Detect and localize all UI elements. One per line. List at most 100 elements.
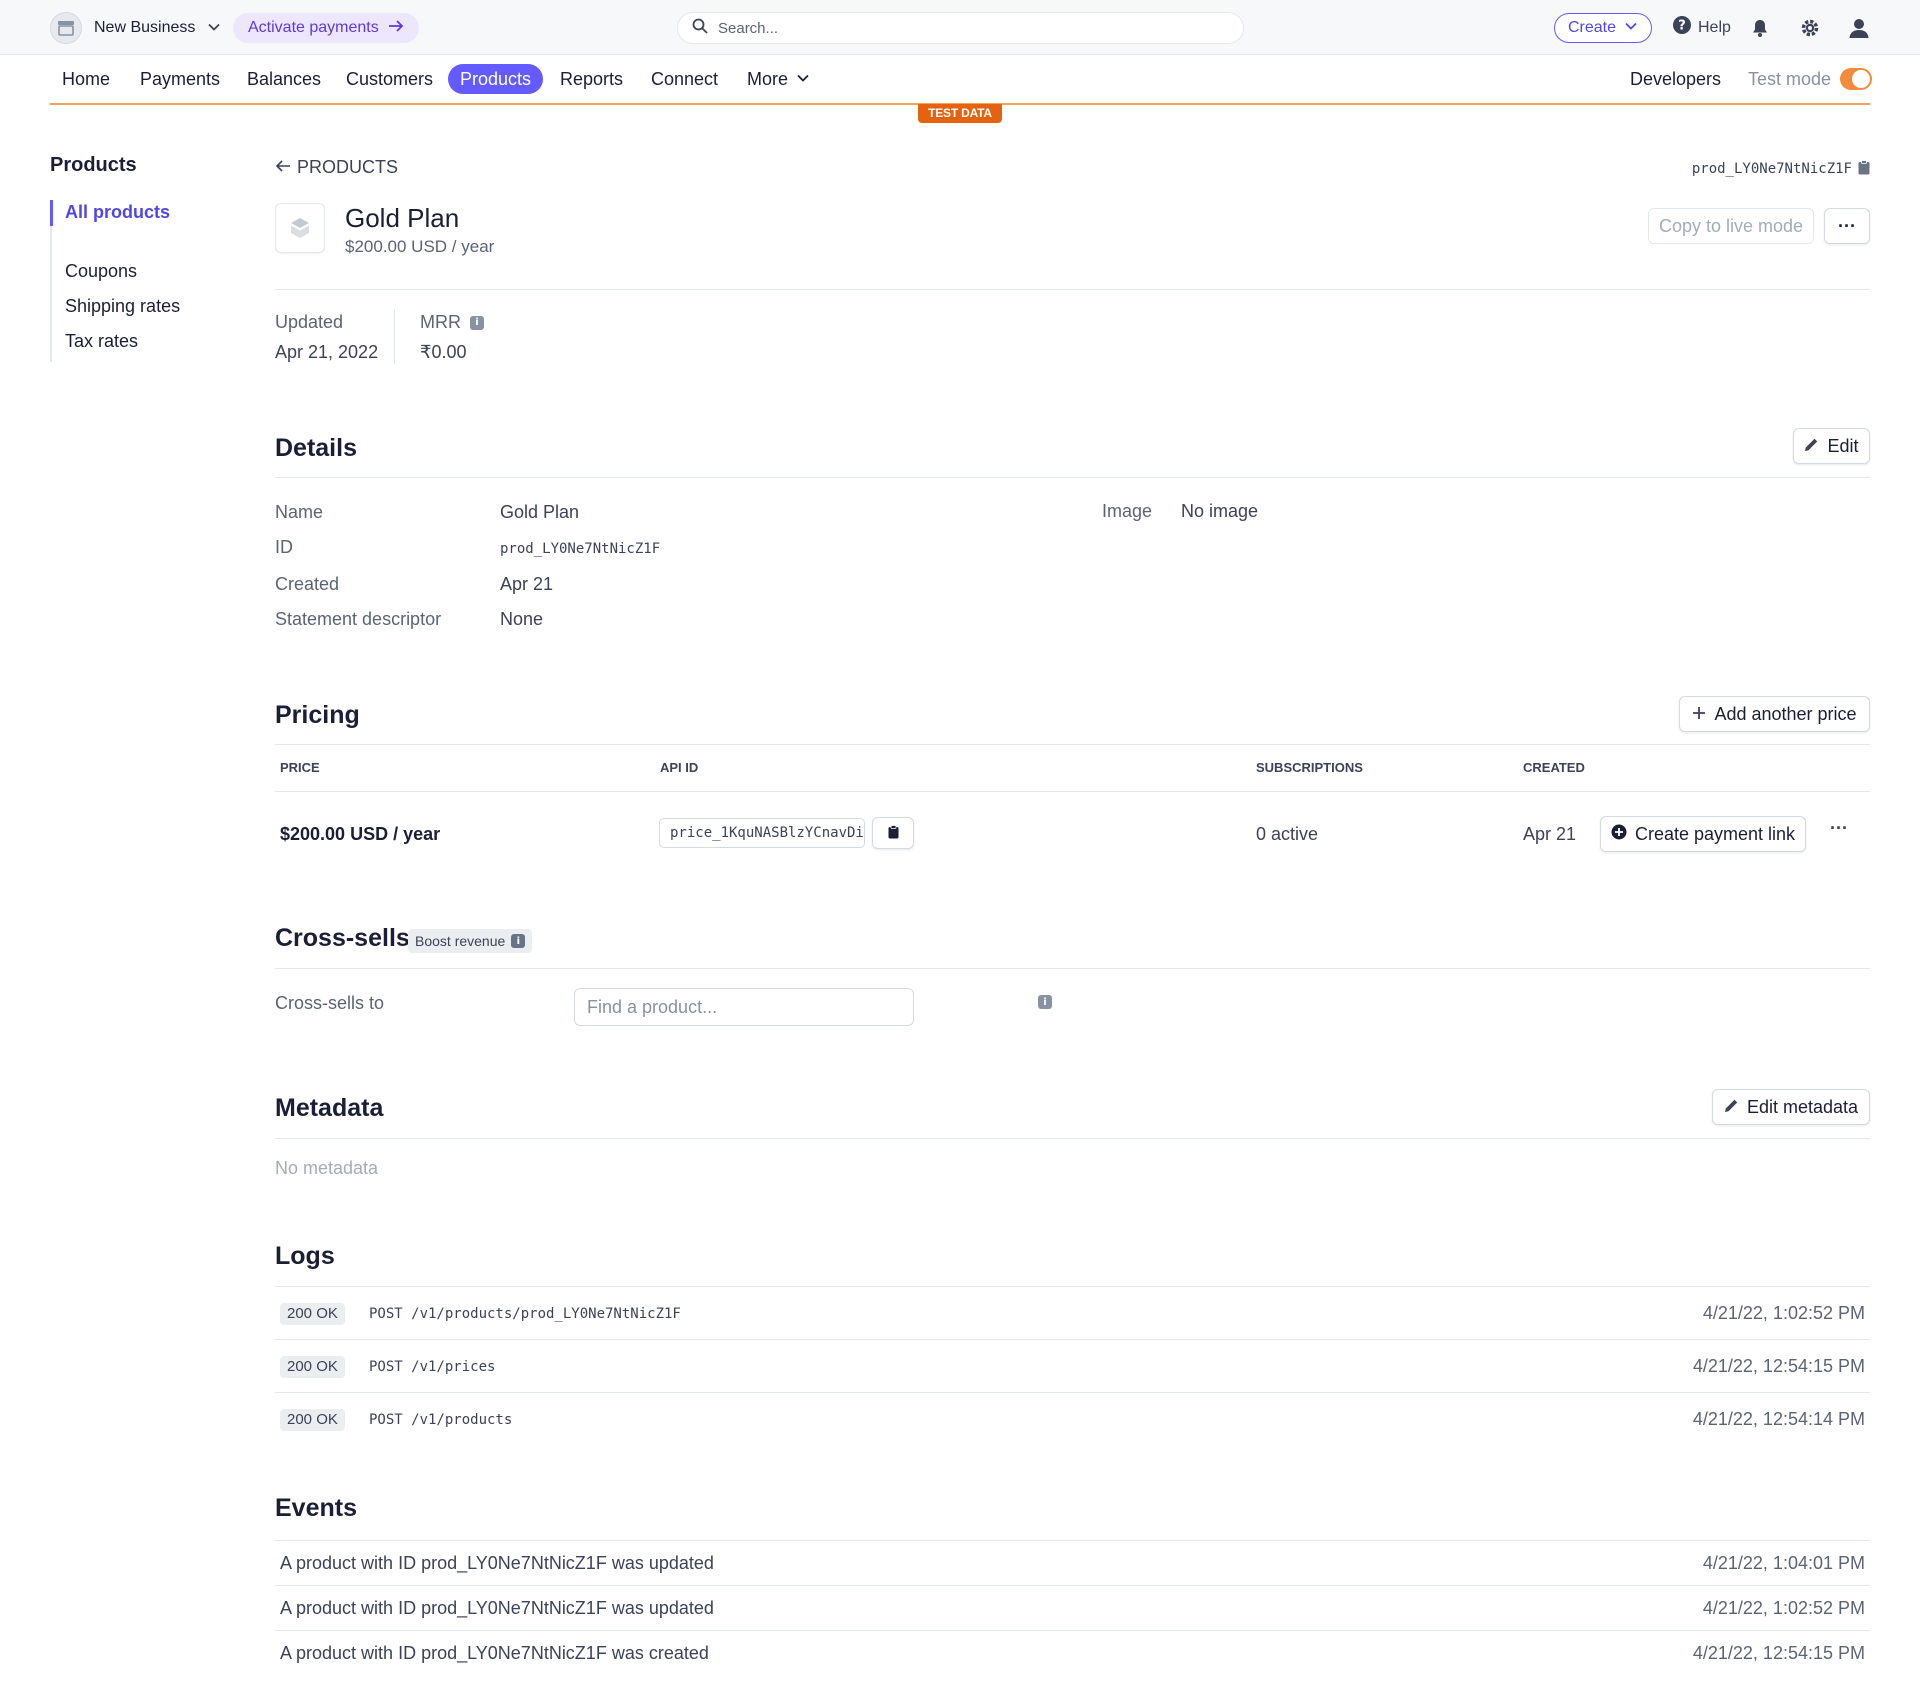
search-icon <box>692 18 708 39</box>
clipboard-icon <box>888 823 899 844</box>
product-id-copy[interactable]: prod_LY0Ne7NtNicZ1F <box>1692 160 1870 178</box>
help-button[interactable]: ? Help <box>1672 15 1731 40</box>
activate-payments-button[interactable]: Activate payments <box>233 13 419 43</box>
nav-customers[interactable]: Customers <box>334 64 445 94</box>
detail-name-value: Gold Plan <box>500 502 580 522</box>
edit-details-button[interactable]: Edit <box>1793 428 1870 464</box>
find-product-input[interactable] <box>574 988 914 1026</box>
status-badge: 200 OK <box>280 1409 345 1431</box>
store-icon <box>50 12 82 44</box>
cross-sells-to-label: Cross-sells to <box>275 993 385 1013</box>
column-header-price: PRICE <box>280 760 320 775</box>
event-text: A product with ID prod_LY0Ne7NtNicZ1F wa… <box>280 1598 714 1618</box>
gear-icon[interactable] <box>1798 16 1822 40</box>
log-request: POST /v1/products <box>369 1412 513 1428</box>
detail-image-value: No image <box>1181 501 1259 521</box>
info-icon[interactable]: i <box>511 934 526 948</box>
nav-balances[interactable]: Balances <box>235 64 333 94</box>
info-icon[interactable]: i <box>470 315 484 330</box>
detail-id-label: ID <box>275 537 293 557</box>
nav-reports[interactable]: Reports <box>548 64 635 94</box>
edit-metadata-button[interactable]: Edit metadata <box>1712 1089 1870 1125</box>
add-another-price-button[interactable]: Add another price <box>1679 696 1870 732</box>
event-row[interactable]: A product with ID prod_LY0Ne7NtNicZ1F wa… <box>275 1585 1870 1630</box>
clipboard-icon <box>1858 160 1870 178</box>
sidebar-item-shipping-rates[interactable]: Shipping rates <box>65 296 180 317</box>
test-mode-toggle[interactable] <box>1840 68 1872 90</box>
mrr-label: MRR <box>420 312 461 332</box>
divider <box>275 968 1870 969</box>
create-button[interactable]: Create <box>1554 13 1652 43</box>
create-payment-link-label: Create payment link <box>1634 823 1796 844</box>
plus-circle-icon <box>1611 824 1627 845</box>
nav-more-label: More <box>747 69 789 89</box>
log-row[interactable]: 200 OK POST /v1/prices 4/21/22, 12:54:15… <box>275 1339 1870 1392</box>
product-image-placeholder-icon <box>275 203 325 253</box>
event-text: A product with ID prod_LY0Ne7NtNicZ1F wa… <box>280 1643 709 1663</box>
bell-icon[interactable] <box>1748 16 1772 40</box>
back-label: PRODUCTS <box>297 157 399 177</box>
edit-metadata-label: Edit metadata <box>1746 1096 1859 1117</box>
more-actions-button[interactable]: ··· <box>1824 208 1870 244</box>
chevron-down-icon <box>207 18 221 39</box>
nav-products[interactable]: Products <box>448 64 544 94</box>
mrr-value: ₹0.00 <box>420 342 467 362</box>
edit-label: Edit <box>1827 435 1859 456</box>
divider <box>275 477 1870 478</box>
stat-divider <box>394 309 395 364</box>
detail-id-value: prod_LY0Ne7NtNicZ1F <box>500 541 661 557</box>
nav-payments[interactable]: Payments <box>128 64 232 94</box>
event-time: 4/21/22, 1:02:52 PM <box>1702 1598 1865 1618</box>
price-api-id-chip[interactable]: price_1KquNASBlzYCnavDi <box>659 818 865 848</box>
nav-home[interactable]: Home <box>50 64 122 94</box>
detail-descriptor-label: Statement descriptor <box>275 609 442 629</box>
price-row-price[interactable]: $200.00 USD / year <box>280 824 440 845</box>
detail-descriptor-value: None <box>500 609 544 629</box>
divider <box>275 1138 1870 1139</box>
business-switcher[interactable]: New Business <box>50 12 221 44</box>
arrow-right-icon <box>388 19 404 38</box>
nav-connect[interactable]: Connect <box>639 64 730 94</box>
sidebar-item-all-products[interactable]: All products <box>65 202 170 223</box>
divider <box>275 289 1870 290</box>
log-time: 4/21/22, 12:54:15 PM <box>1692 1356 1865 1376</box>
nav-more[interactable]: More <box>735 64 822 94</box>
copy-to-live-mode-button[interactable]: Copy to live mode <box>1648 208 1814 244</box>
sidebar-item-tax-rates[interactable]: Tax rates <box>65 331 138 352</box>
event-time: 4/21/22, 1:04:01 PM <box>1702 1553 1865 1573</box>
event-row[interactable]: A product with ID prod_LY0Ne7NtNicZ1F wa… <box>275 1540 1870 1585</box>
detail-created-label: Created <box>275 574 340 594</box>
event-time: 4/21/22, 12:54:15 PM <box>1692 1643 1865 1663</box>
divider <box>275 791 1870 792</box>
event-row[interactable]: A product with ID prod_LY0Ne7NtNicZ1F wa… <box>275 1630 1870 1675</box>
search-bar[interactable] <box>677 12 1244 44</box>
pencil-icon <box>1804 436 1819 457</box>
log-row[interactable]: 200 OK POST /v1/products/prod_LY0Ne7NtNi… <box>275 1286 1870 1339</box>
events-title: Events <box>275 1494 357 1522</box>
back-to-products-link[interactable]: PRODUCTS <box>275 157 398 178</box>
log-request: POST /v1/products/prod_LY0Ne7NtNicZ1F <box>369 1306 681 1322</box>
copy-api-id-button[interactable] <box>872 817 914 849</box>
top-bar: New Business Activate payments Create ? … <box>0 0 1920 55</box>
price-row-more-button[interactable]: ··· <box>1830 818 1848 839</box>
column-header-api-id: API ID <box>660 760 699 775</box>
details-title: Details <box>275 434 357 462</box>
product-price-summary: $200.00 USD / year <box>345 237 495 256</box>
log-request: POST /v1/prices <box>369 1359 496 1375</box>
info-icon[interactable]: i <box>1038 995 1052 1009</box>
updated-value: Apr 21, 2022 <box>275 342 379 362</box>
sidebar-title: Products <box>50 154 137 176</box>
arrow-left-icon <box>275 157 291 178</box>
search-input[interactable] <box>718 19 1198 37</box>
log-row[interactable]: 200 OK POST /v1/products 4/21/22, 12:54:… <box>275 1392 1870 1445</box>
sidebar-active-indicator <box>50 200 53 226</box>
svg-text:?: ? <box>1678 19 1686 34</box>
detail-image-label: Image <box>1102 501 1153 521</box>
user-icon[interactable] <box>1847 16 1871 40</box>
nav-developers[interactable]: Developers <box>1618 64 1733 94</box>
help-label: Help <box>1698 18 1731 36</box>
boost-revenue-badge: Boost revenue i <box>408 929 533 953</box>
create-payment-link-button[interactable]: Create payment link <box>1600 816 1806 852</box>
column-header-created: CREATED <box>1523 760 1585 775</box>
sidebar-item-coupons[interactable]: Coupons <box>65 261 137 282</box>
